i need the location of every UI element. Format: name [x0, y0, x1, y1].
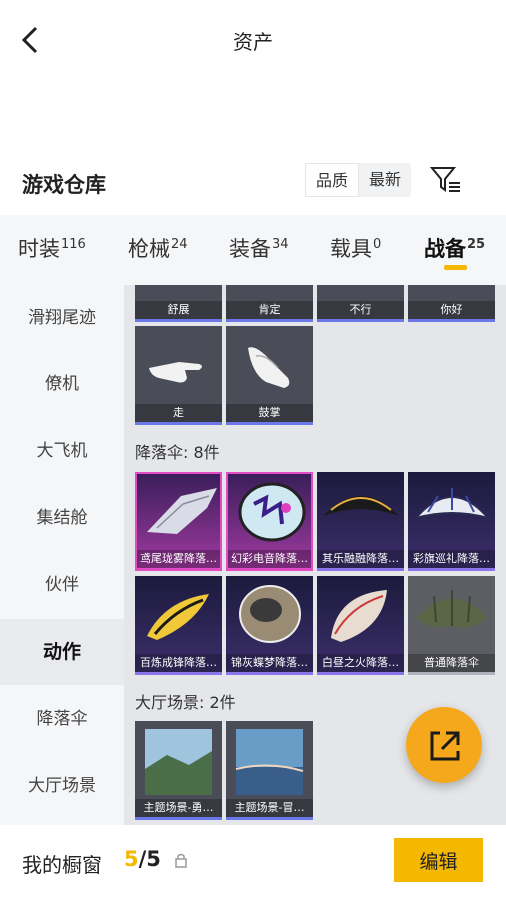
sidebar-item-glide-trail[interactable]: 滑翔尾迹	[0, 285, 124, 351]
emote-card[interactable]: 鼓掌	[226, 326, 313, 425]
sidebar-item-wingman[interactable]: 僚机	[0, 351, 124, 417]
bottom-bar: 我的橱窗 5/5 编辑	[0, 825, 506, 900]
showcase-label: 我的橱窗	[22, 853, 102, 877]
parachute-card[interactable]: 锦灰蝶梦降落…	[226, 576, 313, 675]
emote-card[interactable]: 不行	[317, 285, 404, 322]
warehouse-header: 游戏仓库 品质 最新	[0, 155, 506, 215]
scene-card[interactable]: 主题场景-勇…	[135, 721, 222, 820]
scene-group-title: 大厅场景: 2件	[135, 693, 236, 712]
parachute-image	[331, 590, 387, 642]
parachute-image	[239, 585, 301, 643]
emote-card[interactable]: 你好	[408, 285, 495, 322]
emote-card[interactable]: 肯定	[226, 285, 313, 322]
sidebar-item-plane[interactable]: 大飞机	[0, 418, 124, 484]
page-title: 资产	[233, 30, 273, 54]
parachute-card[interactable]: 百炼成锋降落…	[135, 576, 222, 675]
emote-card[interactable]: 舒展	[135, 285, 222, 322]
active-tab-indicator	[444, 265, 467, 270]
sort-latest-button[interactable]: 最新	[359, 163, 411, 197]
parachute-card[interactable]: 其乐融融降落…	[317, 472, 404, 571]
scene-image	[145, 729, 212, 795]
tab-fashion[interactable]: 时装116	[18, 233, 86, 263]
parachute-card[interactable]: 白昼之火降落…	[317, 576, 404, 675]
top-bar: 资产	[0, 0, 506, 80]
sidebar-item-pod[interactable]: 集结舱	[0, 485, 124, 551]
sidebar-item-lobby-scene[interactable]: 大厅场景	[0, 753, 124, 819]
warehouse-title: 游戏仓库	[22, 173, 106, 197]
filter-icon[interactable]	[430, 165, 462, 195]
share-fab[interactable]	[406, 707, 482, 783]
scene-card[interactable]: 主题场景-冒…	[226, 721, 313, 820]
sidebar-item-parachute[interactable]: 降落伞	[0, 686, 124, 752]
parachute-image	[147, 488, 217, 534]
parachute-card[interactable]: 幻彩电音降落…	[226, 472, 313, 571]
parachute-image	[416, 590, 488, 628]
edit-button[interactable]: 编辑	[394, 838, 483, 882]
parachute-card[interactable]: 普通降落伞	[408, 576, 495, 675]
sort-quality-button[interactable]: 品质	[305, 163, 360, 197]
sidebar-item-emote[interactable]: 动作	[0, 619, 124, 685]
tab-equipment[interactable]: 装备34	[229, 233, 289, 263]
emote-card[interactable]: 走	[135, 326, 222, 425]
scene-image	[235, 729, 304, 795]
external-link-icon	[430, 731, 460, 761]
parachute-card[interactable]: 彩旗巡礼降落…	[408, 472, 495, 571]
lock-icon	[175, 853, 187, 868]
sidebar-item-companion[interactable]: 伙伴	[0, 552, 124, 618]
tab-vehicles[interactable]: 载具0	[330, 233, 381, 263]
parachute-image	[147, 594, 209, 640]
parachute-image	[238, 482, 306, 542]
parachute-card[interactable]: 鸢尾珑雾降落…	[135, 472, 222, 571]
parachute-group-title: 降落伞: 8件	[135, 443, 220, 462]
tab-battle-prep[interactable]: 战备25	[424, 233, 485, 263]
showcase-count: 5/5	[124, 847, 161, 871]
parachute-image	[413, 488, 491, 520]
pointing-hand-icon	[149, 362, 202, 383]
clapping-hands-icon	[248, 347, 290, 388]
parachute-image	[323, 496, 399, 516]
category-tabs: 时装116 枪械24 装备34 载具0 战备25	[0, 215, 506, 285]
tab-guns[interactable]: 枪械24	[128, 233, 188, 263]
sort-toggle: 品质 最新	[305, 163, 412, 197]
sidebar: 滑翔尾迹 僚机 大飞机 集结舱 伙伴 动作 降落伞 大厅场景	[0, 285, 124, 825]
